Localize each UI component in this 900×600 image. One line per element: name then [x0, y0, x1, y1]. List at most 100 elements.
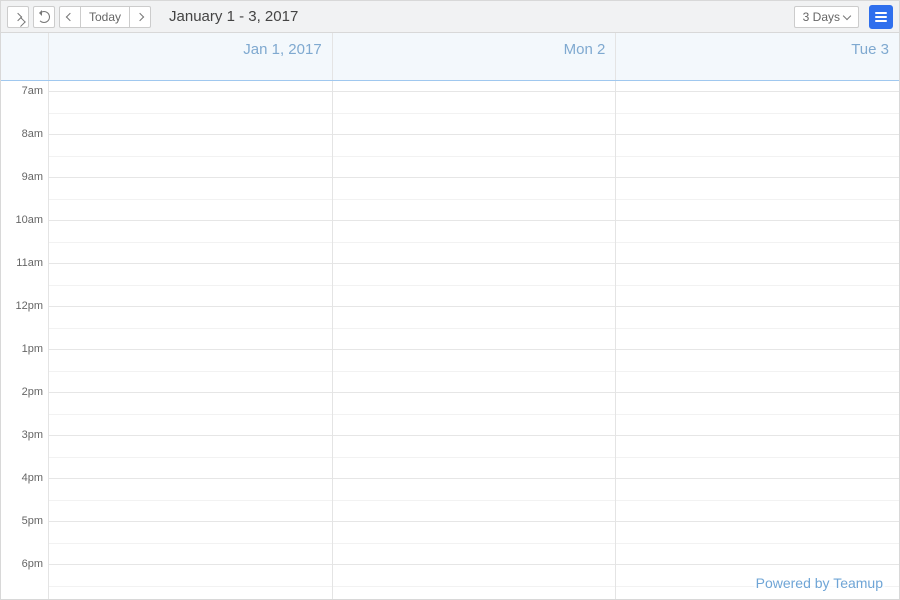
halfhour-gridline [616, 285, 899, 286]
gutter-header [1, 33, 49, 80]
halfhour-gridline [333, 586, 616, 587]
hour-gridline [333, 478, 616, 479]
halfhour-gridline [616, 328, 899, 329]
halfhour-gridline [333, 500, 616, 501]
hour-gridline [49, 263, 332, 264]
hour-label: 2pm [22, 386, 43, 398]
hour-gridline [333, 306, 616, 307]
date-nav-group: Today [59, 6, 151, 28]
hour-label: 5pm [22, 515, 43, 527]
halfhour-gridline [49, 285, 332, 286]
halfhour-gridline [333, 156, 616, 157]
hour-label: 1pm [22, 343, 43, 355]
prev-button[interactable] [59, 6, 81, 28]
main-menu-button[interactable] [869, 5, 893, 29]
day-header[interactable]: Tue 3 [616, 33, 899, 80]
halfhour-gridline [333, 543, 616, 544]
halfhour-gridline [49, 328, 332, 329]
hour-gridline [49, 177, 332, 178]
hour-label: 10am [15, 214, 43, 226]
day-column[interactable] [333, 81, 617, 599]
date-range-label: January 1 - 3, 2017 [169, 8, 298, 25]
hour-label: 3pm [22, 429, 43, 441]
day-header[interactable]: Mon 2 [333, 33, 617, 80]
halfhour-gridline [333, 414, 616, 415]
day-header-row: Jan 1, 2017 Mon 2 Tue 3 [1, 33, 899, 81]
hour-label: 9am [22, 171, 43, 183]
halfhour-gridline [616, 242, 899, 243]
chevron-left-icon [66, 12, 74, 20]
halfhour-gridline [333, 328, 616, 329]
hour-gridline [49, 478, 332, 479]
halfhour-gridline [616, 543, 899, 544]
hour-gridline [616, 220, 899, 221]
hour-gridline [333, 392, 616, 393]
hour-gridline [616, 91, 899, 92]
refresh-button[interactable] [33, 6, 55, 28]
hour-gridline [333, 220, 616, 221]
halfhour-gridline [333, 371, 616, 372]
hour-gridline [616, 435, 899, 436]
hour-gridline [49, 306, 332, 307]
hour-gridline [333, 134, 616, 135]
halfhour-gridline [49, 543, 332, 544]
today-button[interactable]: Today [80, 6, 130, 28]
halfhour-gridline [49, 371, 332, 372]
time-gutter: 7am8am9am10am11am12pm1pm2pm3pm4pm5pm6pm7… [1, 81, 49, 599]
next-button[interactable] [129, 6, 151, 28]
hour-gridline [49, 349, 332, 350]
halfhour-gridline [49, 414, 332, 415]
halfhour-gridline [333, 242, 616, 243]
chevron-down-icon [843, 11, 851, 19]
view-range-label: 3 Days [803, 10, 840, 24]
expand-sidebar-button[interactable] [7, 6, 29, 28]
hour-gridline [333, 177, 616, 178]
halfhour-gridline [616, 371, 899, 372]
hour-gridline [616, 478, 899, 479]
halfhour-gridline [49, 500, 332, 501]
halfhour-gridline [333, 113, 616, 114]
day-column[interactable] [49, 81, 333, 599]
hour-gridline [616, 564, 899, 565]
hour-label: 4pm [22, 472, 43, 484]
halfhour-gridline [616, 457, 899, 458]
hour-gridline [49, 435, 332, 436]
hour-gridline [49, 392, 332, 393]
hour-gridline [616, 134, 899, 135]
hour-label: 6pm [22, 558, 43, 570]
hour-gridline [616, 177, 899, 178]
hour-gridline [616, 349, 899, 350]
view-range-select[interactable]: 3 Days [794, 6, 859, 28]
powered-by-link[interactable]: Powered by Teamup [754, 575, 885, 591]
hour-gridline [49, 564, 332, 565]
hour-gridline [333, 263, 616, 264]
hour-gridline [49, 521, 332, 522]
hamburger-icon [875, 16, 887, 18]
hour-label: 7am [22, 85, 43, 97]
halfhour-gridline [616, 500, 899, 501]
halfhour-gridline [333, 199, 616, 200]
day-header[interactable]: Jan 1, 2017 [49, 33, 333, 80]
halfhour-gridline [616, 113, 899, 114]
hour-label: 8am [22, 128, 43, 140]
hour-gridline [49, 220, 332, 221]
halfhour-gridline [616, 156, 899, 157]
refresh-icon [38, 11, 50, 23]
hour-gridline [49, 91, 332, 92]
chevron-double-right-icon [14, 12, 22, 20]
hour-gridline [616, 521, 899, 522]
halfhour-gridline [616, 414, 899, 415]
halfhour-gridline [616, 199, 899, 200]
halfhour-gridline [49, 199, 332, 200]
calendar-grid: 7am8am9am10am11am12pm1pm2pm3pm4pm5pm6pm7… [1, 81, 899, 599]
hour-gridline [333, 521, 616, 522]
hour-gridline [616, 306, 899, 307]
hour-label: 11am [16, 257, 43, 269]
halfhour-gridline [333, 285, 616, 286]
halfhour-gridline [49, 586, 332, 587]
chevron-right-icon [136, 12, 144, 20]
day-column[interactable] [616, 81, 899, 599]
hour-gridline [333, 349, 616, 350]
hour-label: 12pm [15, 300, 43, 312]
halfhour-gridline [49, 242, 332, 243]
